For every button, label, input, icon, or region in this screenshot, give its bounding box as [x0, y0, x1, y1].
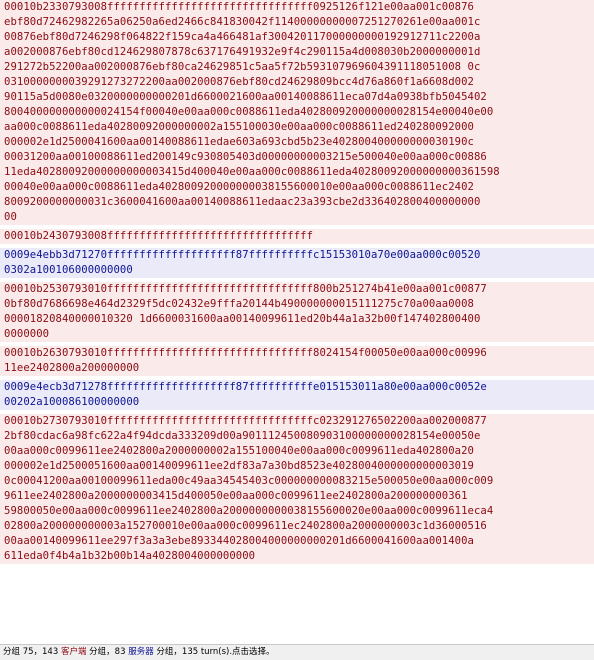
hex-line: 9611ee2402800a2000000003415d400050e00aa0… [4, 490, 468, 502]
hex-line: 00040e00aa000c0088611eda4028009200000000… [4, 181, 474, 193]
hex-line: 00010b2430793008ffffffffffffffffffffffff… [4, 230, 314, 242]
status-client-word: 客户端 [60, 647, 87, 657]
hex-line: 800400000000000024154f00040e00aa000c0088… [4, 106, 494, 118]
client-segment[interactable]: 00010b2530793010ffffffffffffffffffffffff… [0, 282, 594, 342]
stream-status-bar: 分组 75，143 客户端 分组，83 服务器 分组，135 turn(s).点… [0, 644, 594, 660]
hex-line: 611eda0f4b4a1b32b00b14a4028004000000000 [4, 550, 256, 562]
hex-line: 000002e1d2500041600aa00140088611edae603a… [4, 136, 474, 148]
hex-line: 2bf80cdac6a98fc622a4f94dcda333209d00a901… [4, 430, 481, 442]
hex-line: 0000000 [4, 328, 50, 340]
hex-line: 00010b2330793008ffffffffffffffffffffffff… [4, 1, 474, 13]
hex-line: 11eda40280092000000000003415d400040e00aa… [4, 166, 500, 178]
status-mid: 分组，83 [86, 647, 129, 657]
hex-line: 00aa00140099611ee297f3a3a3ebe89334402800… [4, 535, 474, 547]
hex-line: 0302a100106000000000 [4, 264, 133, 276]
hex-line: aa000c0088611eda40280092000000002a155100… [4, 121, 474, 133]
hex-line: 291272b52200aa002000876ebf80ca24629851c5… [4, 61, 481, 73]
hex-line: 00010b2730793010ffffffffffffffffffffffff… [4, 415, 487, 427]
server-segment[interactable]: 0009e4ecb3d71278ffffffffffffffffffff87ff… [0, 380, 594, 410]
hex-line: 8009200000000031c3600041600aa00140088611… [4, 196, 481, 208]
hex-line: 0009e4ebb3d71270ffffffffffffffffffff87ff… [4, 249, 481, 261]
status-prefix: 分组 75，143 [3, 647, 61, 657]
hex-line: 11ee2402800a200000000 [4, 362, 140, 374]
hex-line: 0009e4ecb3d71278ffffffffffffffffffff87ff… [4, 381, 487, 393]
client-segment[interactable]: 00010b2630793010ffffffffffffffffffffffff… [0, 346, 594, 376]
hex-line: 00001820840000010320 1d6600031600aa00140… [4, 313, 481, 325]
hex-line: 90115a5d0080e0320000000000201d6600021600… [4, 91, 487, 103]
status-server-word: 服务器 [128, 647, 154, 657]
hex-line: 00010b2530793010ffffffffffffffffffffffff… [4, 283, 487, 295]
hex-line: 00876ebf80d7246298f064822f159ca4a466481a… [4, 31, 481, 43]
hex-line: a002000876ebf80cd124629807878c6371764919… [4, 46, 481, 58]
follow-stream-content[interactable]: 00010b2330793008ffffffffffffffffffffffff… [0, 0, 594, 644]
hex-line: 000002e1d2500051600aa00140099611ee2df83a… [4, 460, 474, 472]
hex-line: 00 [4, 211, 17, 223]
status-suffix: 分组，135 turn(s).点击选择。 [153, 647, 275, 657]
hex-line: 00010b2630793010ffffffffffffffffffffffff… [4, 347, 487, 359]
hex-line: 0310000000039291273272200aa002000876ebf8… [4, 76, 474, 88]
hex-line: 00202a100086100000000 [4, 396, 140, 408]
client-segment[interactable]: 00010b2430793008ffffffffffffffffffffffff… [0, 229, 594, 244]
hex-line: 00aa000c0099611ee2402800a2000000002a1551… [4, 445, 474, 457]
hex-line: 00031200aa00100088611ed200149c930805403d… [4, 151, 487, 163]
hex-line: 0c00041200aa00100099611eda00c49aa3454540… [4, 475, 494, 487]
client-segment[interactable]: 00010b2330793008ffffffffffffffffffffffff… [0, 0, 594, 225]
client-segment[interactable]: 00010b2730793010ffffffffffffffffffffffff… [0, 414, 594, 564]
hex-line: 59800050e00aa000c0099611ee2402800a200000… [4, 505, 494, 517]
hex-line: ebf80d72462982265a06250a6ed2466c84183004… [4, 16, 481, 28]
hex-line: 02800a200000000003a152700010e00aa000c009… [4, 520, 487, 532]
server-segment[interactable]: 0009e4ebb3d71270ffffffffffffffffffff87ff… [0, 248, 594, 278]
hex-line: 0bf80d7686698e464d2329f5dc02432e9fffa201… [4, 298, 474, 310]
